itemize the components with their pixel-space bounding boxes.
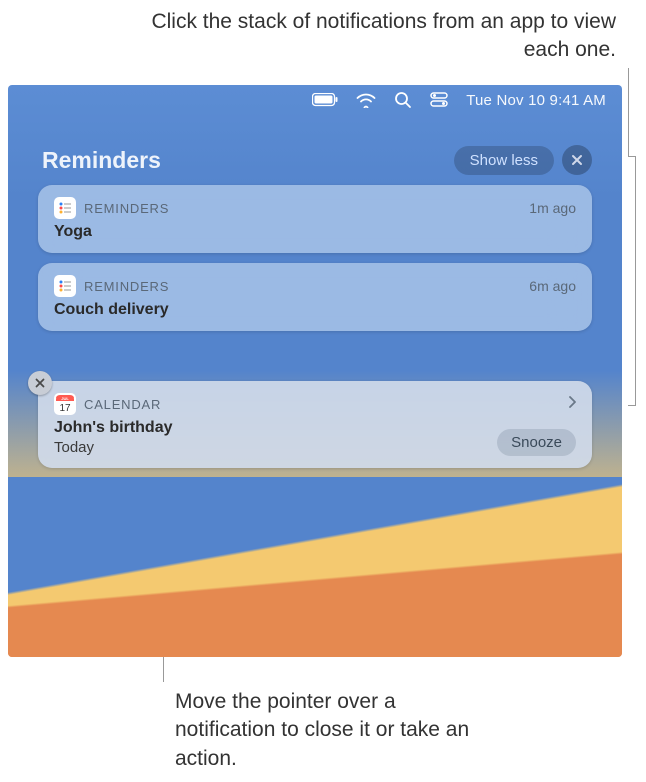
notification-app-name: REMINDERS <box>84 279 521 294</box>
notification-title: Yoga <box>54 223 576 241</box>
spotlight-icon[interactable] <box>394 91 412 109</box>
svg-text:17: 17 <box>59 403 71 414</box>
notification-header: JUL 17 CALENDAR <box>54 393 576 415</box>
snooze-button[interactable]: Snooze <box>497 429 576 456</box>
close-group-button[interactable] <box>562 145 592 175</box>
reminders-app-icon <box>54 197 76 219</box>
notification-app-name: CALENDAR <box>84 397 560 412</box>
notification-card-hovered[interactable]: JUL 17 CALENDAR John's birthday Today Sno… <box>38 381 592 468</box>
show-less-button[interactable]: Show less <box>454 146 554 175</box>
callout-bracket <box>628 156 636 406</box>
control-center-icon[interactable] <box>430 92 448 108</box>
notification-title: Couch delivery <box>54 301 576 319</box>
wifi-icon[interactable] <box>356 93 376 108</box>
notification-time: 6m ago <box>529 278 576 294</box>
notification-center: Reminders Show less REMINDERS 1m ago Yog… <box>38 145 592 478</box>
reminders-app-icon <box>54 275 76 297</box>
group-header-actions: Show less <box>454 145 592 175</box>
notification-app-name: REMINDERS <box>84 201 521 216</box>
chevron-right-icon[interactable] <box>568 395 576 413</box>
calendar-app-icon: JUL 17 <box>54 393 76 415</box>
close-icon <box>35 378 45 388</box>
annotation-top: Click the stack of notifications from an… <box>136 8 616 65</box>
svg-text:JUL: JUL <box>61 396 69 401</box>
group-title: Reminders <box>42 147 161 174</box>
notification-title: John's birthday <box>54 419 172 437</box>
notification-time: 1m ago <box>529 200 576 216</box>
close-notification-button[interactable] <box>28 371 52 395</box>
callout-line <box>628 68 629 156</box>
notification-header: REMINDERS 1m ago <box>54 197 576 219</box>
notification-subtitle: Today <box>54 439 172 456</box>
notification-card[interactable]: REMINDERS 1m ago Yoga <box>38 185 592 253</box>
close-icon <box>571 154 583 166</box>
battery-icon[interactable] <box>312 93 338 107</box>
menubar: Tue Nov 10 9:41 AM <box>8 85 622 115</box>
menubar-datetime[interactable]: Tue Nov 10 9:41 AM <box>466 92 606 109</box>
desktop: Tue Nov 10 9:41 AM Reminders Show less R… <box>8 85 622 657</box>
notification-card[interactable]: REMINDERS 6m ago Couch delivery <box>38 263 592 331</box>
notification-body: John's birthday Today Snooze <box>54 419 576 456</box>
annotation-bottom: Move the pointer over a notification to … <box>175 688 475 773</box>
notification-header: REMINDERS 6m ago <box>54 275 576 297</box>
group-gap <box>38 341 592 381</box>
notification-group-header: Reminders Show less <box>38 145 592 175</box>
